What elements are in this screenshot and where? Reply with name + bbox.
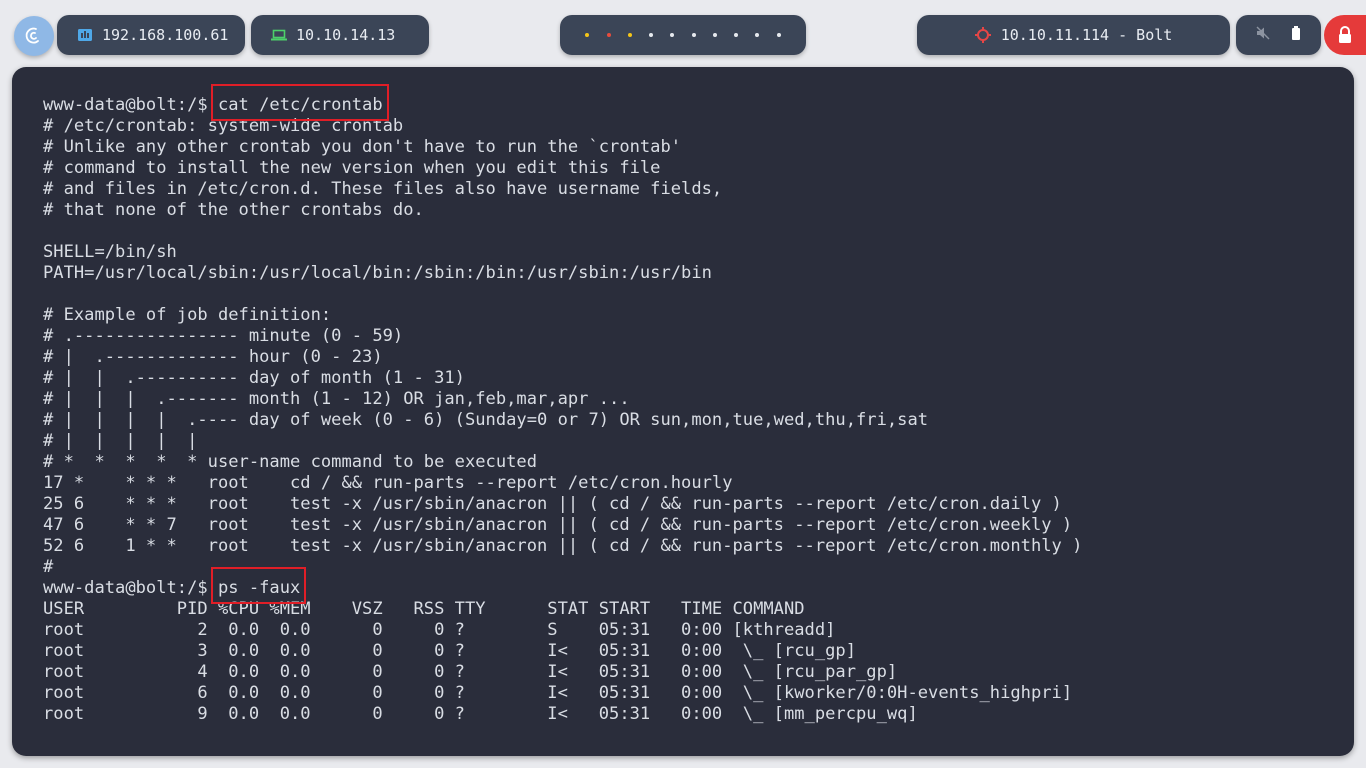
crontab-line xyxy=(43,221,1082,242)
crontab-line: # | | | .------- month (1 - 12) OR jan,f… xyxy=(43,389,630,409)
lock-icon[interactable] xyxy=(1324,15,1366,55)
workspace-dot-2[interactable] xyxy=(606,33,611,37)
ps-line: root 3 0.0 0.0 0 0 ? I< 05:31 0:00 \_ [r… xyxy=(43,641,857,661)
crontab-line: # * * * * * user-name command to be exec… xyxy=(43,452,537,472)
vpn-ip-widget[interactable]: 10.10.14.13 xyxy=(251,15,429,55)
ps-line: root 2 0.0 0.0 0 0 ? S 05:31 0:00 [kthre… xyxy=(43,620,836,640)
workspace-dot-4[interactable] xyxy=(649,33,654,37)
crontab-line: # and files in /etc/cron.d. These files … xyxy=(43,179,723,199)
battery-icon[interactable] xyxy=(1291,26,1301,44)
crontab-line: # | | .---------- day of month (1 - 31) xyxy=(43,368,465,388)
crontab-line: # command to install the new version whe… xyxy=(43,158,661,178)
ps-line: USER PID %CPU %MEM VSZ RSS TTY STAT STAR… xyxy=(43,599,805,619)
prompt: www-data@bolt:/$ xyxy=(43,95,208,115)
crontab-line: PATH=/usr/local/sbin:/usr/local/bin:/sbi… xyxy=(43,263,712,283)
crontab-line: # that none of the other crontabs do. xyxy=(43,200,424,220)
workspace-dot-8[interactable] xyxy=(734,33,739,37)
crontab-output: # /etc/crontab: system-wide crontab # Unl… xyxy=(43,116,1082,578)
system-tray[interactable] xyxy=(1236,15,1321,55)
workspace-dot-9[interactable] xyxy=(755,33,760,37)
crontab-line: # /etc/crontab: system-wide crontab xyxy=(43,116,404,136)
crontab-line: # | | | | | xyxy=(43,431,198,451)
host-ip-label: 192.168.100.61 xyxy=(102,26,229,44)
crontab-line: # | .------------- hour (0 - 23) xyxy=(43,347,383,367)
ps-line: root 4 0.0 0.0 0 0 ? I< 05:31 0:00 \_ [r… xyxy=(43,662,898,682)
crontab-line: # xyxy=(43,557,54,577)
target-widget[interactable]: 10.10.11.114 - Bolt xyxy=(917,15,1230,55)
crontab-line xyxy=(43,284,1082,305)
crontab-line: # Example of job definition: xyxy=(43,305,332,325)
ps-line: root 9 0.0 0.0 0 0 ? I< 05:31 0:00 \_ [m… xyxy=(43,704,918,724)
top-panel: 192.168.100.61 10.10.14.13 10.10.11.114 … xyxy=(0,0,1366,68)
workspace-dot-3[interactable] xyxy=(627,33,632,37)
crontab-line: 17 * * * * root cd / && run-parts --repo… xyxy=(43,473,733,493)
workspace-dot-10[interactable] xyxy=(776,33,781,37)
terminal-window[interactable]: www-data@bolt:/$ cat /etc/crontab # /etc… xyxy=(12,67,1354,756)
terminal-output: www-data@bolt:/$ cat /etc/crontab # /etc… xyxy=(43,95,1082,725)
ps-output: USER PID %CPU %MEM VSZ RSS TTY STAT STAR… xyxy=(43,599,1082,725)
crontab-line: SHELL=/bin/sh xyxy=(43,242,177,262)
crontab-line: 25 6 * * * root test -x /usr/sbin/anacro… xyxy=(43,494,1062,514)
crosshair-icon xyxy=(974,27,991,43)
target-label: 10.10.11.114 - Bolt xyxy=(1000,26,1173,44)
workspace-dot-5[interactable] xyxy=(670,33,675,37)
crontab-line: 52 6 1 * * root test -x /usr/sbin/anacro… xyxy=(43,536,1083,556)
workspace-switcher[interactable] xyxy=(560,15,806,55)
crontab-line: # Unlike any other crontab you don't hav… xyxy=(43,137,682,157)
prompt-line: www-data@bolt:/$ cat /etc/crontab xyxy=(43,95,1082,116)
crontab-line: # | | | | .---- day of week (0 - 6) (Sun… xyxy=(43,410,929,430)
host-ip-widget[interactable]: 192.168.100.61 xyxy=(57,15,245,55)
debian-logo-icon[interactable] xyxy=(14,16,54,56)
ethernet-icon xyxy=(77,28,93,42)
highlighted-command: cat /etc/crontab xyxy=(217,95,383,115)
ps-line: root 6 0.0 0.0 0 0 ? I< 05:31 0:00 \_ [k… xyxy=(43,683,1073,703)
crontab-line: # .---------------- minute (0 - 59) xyxy=(43,326,404,346)
workspace-dot-7[interactable] xyxy=(712,33,717,37)
workspace-dot-6[interactable] xyxy=(691,33,696,37)
highlighted-command: ps -faux xyxy=(217,578,301,598)
laptop-icon xyxy=(271,29,287,41)
prompt: www-data@bolt:/$ xyxy=(43,578,208,598)
workspace-dot-1[interactable] xyxy=(585,33,590,37)
crontab-line: 47 6 * * 7 root test -x /usr/sbin/anacro… xyxy=(43,515,1073,535)
prompt-line: www-data@bolt:/$ ps -faux xyxy=(43,578,1082,599)
mute-icon[interactable] xyxy=(1256,26,1270,44)
vpn-ip-label: 10.10.14.13 xyxy=(296,26,396,44)
